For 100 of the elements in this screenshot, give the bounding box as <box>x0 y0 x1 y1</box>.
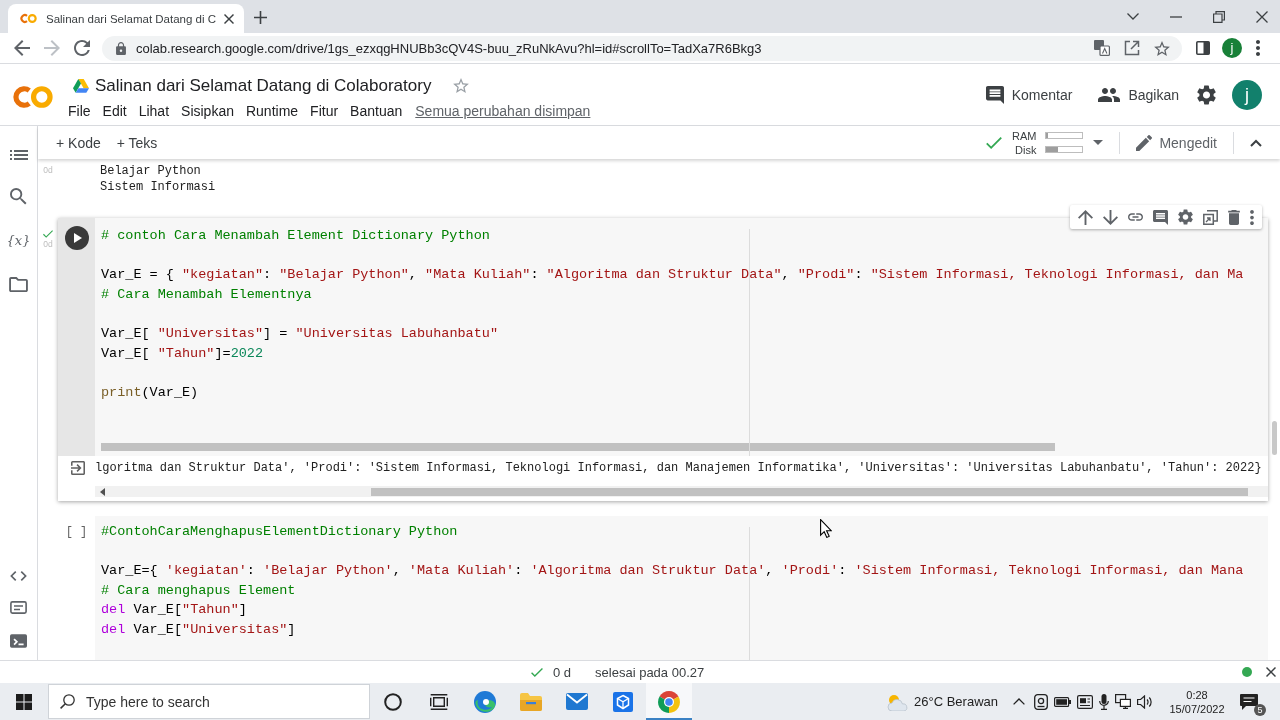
status-dot-icon <box>1242 667 1252 677</box>
network-icon[interactable] <box>1115 694 1131 709</box>
more-icon[interactable] <box>1250 209 1254 225</box>
scroll-left-icon[interactable] <box>100 487 105 496</box>
terminal-icon[interactable] <box>10 634 27 648</box>
pencil-icon <box>1136 134 1153 151</box>
meter-label: Disk <box>1015 142 1037 157</box>
comment-button[interactable]: Komentar <box>985 85 1073 104</box>
output-icon[interactable] <box>70 461 85 475</box>
star-icon[interactable] <box>453 78 470 93</box>
search-field[interactable]: Type here to search <box>48 684 370 719</box>
search-icon[interactable] <box>10 188 27 205</box>
close-icon[interactable] <box>1266 667 1276 677</box>
side-panel-icon[interactable] <box>1196 41 1210 55</box>
share-icon[interactable] <box>1124 40 1140 56</box>
plus-icon[interactable] <box>254 11 267 24</box>
comment-icon <box>985 85 1004 104</box>
scrollbar-thumb[interactable] <box>1272 421 1277 455</box>
menu-item[interactable]: Lihat <box>132 103 176 119</box>
scrollbar-thumb[interactable] <box>371 487 1248 496</box>
code-icon[interactable] <box>10 571 27 581</box>
menu-item[interactable]: Fitur <box>304 103 345 119</box>
cube-icon <box>613 691 633 712</box>
menu-item[interactable]: Bantuan <box>344 103 409 119</box>
code-line: Var_E = { "kegiatan": "Belajar Python", "Mata Kuliah": "Algoritma dan Struktur Data", "Prodi": "Sistem Informasi, Teknologi Informasi, dan Ma <box>101 266 1244 285</box>
logo-icon <box>20 13 38 24</box>
code-line: del Var_E["Tahun"] <box>101 601 247 620</box>
settings-icon[interactable] <box>1197 84 1216 105</box>
cell-output: lgoritma dan Struktur Data', 'Prodi': 'Sistem Informasi, Teknologi Informasi, dan Manajemen Informatika', 'Universitas': 'Universitas Labuhanbatu', 'Tahun': 2022} <box>95 460 1262 477</box>
mail-icon <box>566 693 588 710</box>
app-tray-icon[interactable] <box>1034 693 1048 710</box>
list-icon[interactable] <box>9 150 28 160</box>
code-line: Var_E[ "Universitas"] = "Universitas Labuhanbatu" <box>101 324 498 343</box>
menu-item[interactable]: Edit <box>96 103 133 119</box>
people-icon <box>1098 87 1121 102</box>
code-line: # contoh Cara Menambah Element Dictionary Python <box>101 227 490 245</box>
profile-avatar[interactable]: j <box>1232 79 1262 110</box>
play-icon <box>73 233 82 243</box>
share-button[interactable]: Bagikan <box>1098 86 1179 103</box>
edit-mode-button[interactable]: Mengedit <box>1136 134 1217 151</box>
execution-time: 0d <box>43 165 53 175</box>
folder-icon <box>520 692 542 711</box>
output-line: Belajar Python <box>100 163 201 179</box>
battery-icon[interactable] <box>1054 696 1071 707</box>
notification-icon[interactable] <box>1240 693 1258 710</box>
mirror-icon[interactable] <box>1203 209 1218 225</box>
notebook-title[interactable]: Salinan dari Selamat Datang di Colaboratory <box>95 75 432 96</box>
chevron-down-icon[interactable] <box>1127 13 1139 20</box>
logo-icon <box>12 83 56 110</box>
resources-button[interactable]: RAM Disk <box>1011 128 1084 157</box>
search-icon <box>60 694 75 709</box>
scrollbar-thumb[interactable] <box>101 443 1055 451</box>
translate-icon[interactable] <box>1094 40 1110 56</box>
clock-time[interactable]: 0:28 <box>1186 687 1208 702</box>
more-icon[interactable] <box>1256 40 1260 56</box>
cell-prompt: [ ] <box>65 524 88 540</box>
chevron-up-icon[interactable] <box>1013 698 1025 705</box>
execution-duration: 0 d <box>553 664 572 680</box>
microphone-icon[interactable] <box>1099 693 1109 710</box>
code-line: # Cara Menambah Elementnya <box>101 285 312 304</box>
arrow-down-icon[interactable] <box>1103 209 1118 225</box>
task-view-icon <box>430 693 448 710</box>
arrow-up-icon[interactable] <box>1078 209 1093 225</box>
link-icon[interactable] <box>1128 213 1143 221</box>
close-icon[interactable] <box>1256 10 1268 23</box>
caret-icon[interactable] <box>1093 140 1104 145</box>
round-logo-icon <box>658 690 680 713</box>
speaker-icon[interactable] <box>1137 694 1153 709</box>
reload-icon[interactable] <box>74 40 90 56</box>
menu-item[interactable]: Runtime <box>239 103 305 119</box>
restore-icon[interactable] <box>1213 10 1225 23</box>
chevron-up-icon[interactable] <box>1250 138 1262 147</box>
menu-item[interactable]: File <box>62 103 97 119</box>
meter-label: RAM <box>1011 128 1037 143</box>
clock-date[interactable]: 15/07/2022 <box>1169 701 1225 716</box>
menu-item[interactable]: Sisipkan <box>175 103 240 119</box>
folder-icon[interactable] <box>9 277 28 292</box>
add-cell-button[interactable]: + Teks <box>108 134 166 151</box>
snippets-icon[interactable] <box>10 601 27 614</box>
back-icon[interactable] <box>14 40 30 56</box>
sidebar-button[interactable]: {x} <box>6 233 31 249</box>
circle-icon <box>384 692 402 711</box>
triangle-logo-icon <box>73 78 89 93</box>
code-editor[interactable] <box>95 516 1268 660</box>
browser-tab[interactable]: Salinan dari Selamat Datang di C <box>8 4 244 33</box>
add-cell-button[interactable]: + Kode <box>48 134 109 151</box>
settings-icon[interactable] <box>1178 209 1193 225</box>
save-status-link[interactable]: Semua perubahan disimpan <box>415 103 591 119</box>
profile-avatar[interactable]: j <box>1222 38 1242 58</box>
star-icon[interactable] <box>1154 40 1170 56</box>
close-icon[interactable] <box>224 13 235 24</box>
code-line: # Cara menghapus Element <box>101 581 296 600</box>
display-icon[interactable] <box>1077 694 1093 709</box>
weather-text[interactable]: 26°C Berawan <box>914 694 998 709</box>
start-icon[interactable] <box>16 693 32 710</box>
minimize-icon[interactable] <box>1170 15 1182 18</box>
comment-icon[interactable] <box>1153 209 1168 225</box>
address-bar[interactable]: colab.research.google.com/drive/1gs_ezxqgHNUBb3cQV4S-buu_zRuNkAvu?hl=id#scrollTo=TadXa7R6Bkg3 <box>102 35 1182 61</box>
run-button[interactable] <box>64 226 89 250</box>
delete-icon[interactable] <box>1228 209 1240 225</box>
